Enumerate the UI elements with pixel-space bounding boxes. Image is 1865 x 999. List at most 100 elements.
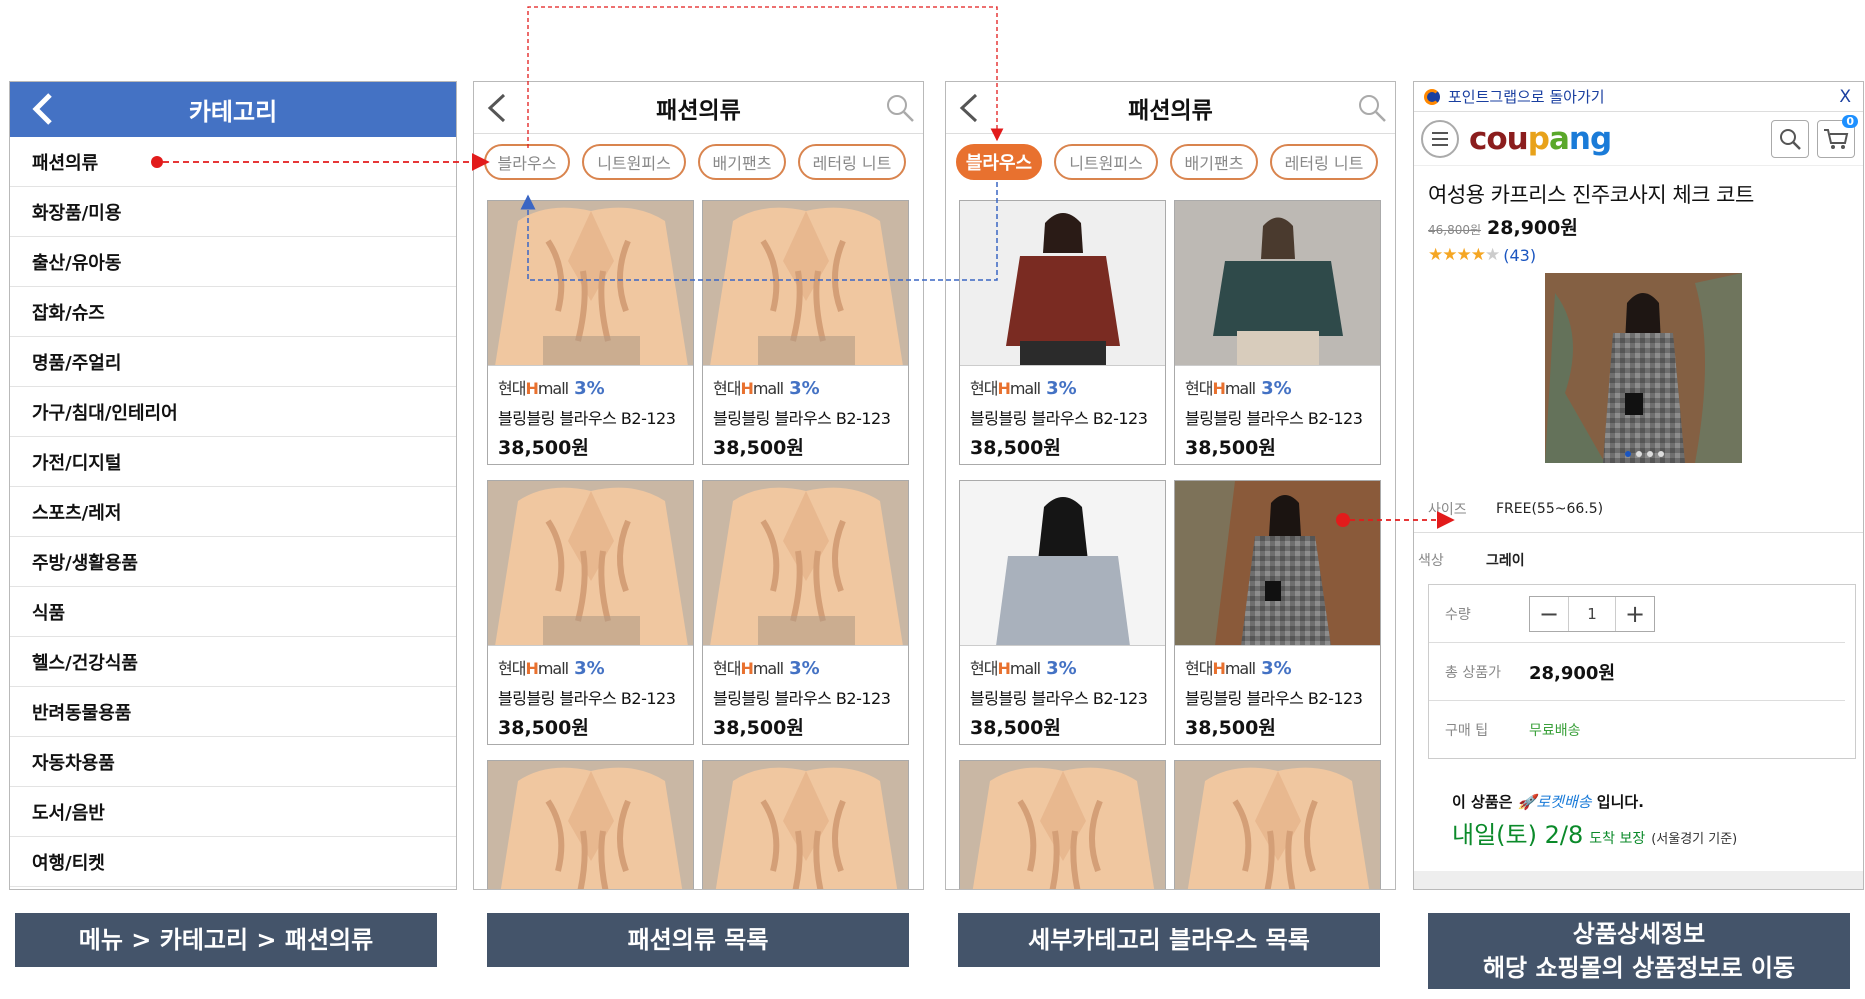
- minus-button[interactable]: −: [1530, 597, 1568, 631]
- product-image[interactable]: [1545, 273, 1742, 463]
- brand-row: 현대Hmall 3%: [498, 375, 693, 399]
- product-card[interactable]: 현대Hmall 3% 블링블링 블라우스 B2-123 38,500원: [959, 760, 1166, 889]
- brand-row: 현대Hmall 3%: [1185, 655, 1380, 679]
- product-card[interactable]: 현대Hmall 3% 블링블링 블라우스 B2-123 38,500원: [1174, 200, 1381, 465]
- search-icon[interactable]: [885, 93, 915, 123]
- product-card[interactable]: 현대Hmall 3% 블링블링 블라우스 B2-123 38,500원: [487, 760, 694, 889]
- category-item[interactable]: 명품/주얼리: [10, 337, 456, 387]
- list-header: 패션의류: [946, 82, 1395, 134]
- product-name: 블링블링 블라우스 B2-123: [498, 689, 676, 708]
- chip-1[interactable]: 블라우스: [484, 144, 570, 180]
- carousel-dots[interactable]: [1625, 451, 1664, 457]
- product-image: [1175, 761, 1380, 889]
- rocket-delivery-text: 이 상품은 🚀로켓배송 입니다.: [1452, 791, 1644, 812]
- hmall-logo: 현대Hmall: [498, 379, 569, 398]
- category-item[interactable]: 헬스/건강식품: [10, 637, 456, 687]
- review-count[interactable]: (43): [1503, 246, 1536, 265]
- caption-line-1: 상품상세정보: [1572, 920, 1706, 948]
- product-card[interactable]: 현대Hmall 3% 블링블링 블라우스 B2-123 38,500원: [702, 480, 909, 745]
- coupang-header: coupang 0: [1414, 112, 1863, 166]
- chip-1[interactable]: 블라우스: [956, 144, 1042, 180]
- category-item[interactable]: 가구/침대/인테리어: [10, 387, 456, 437]
- hmall-logo: 현대Hmall: [498, 659, 569, 678]
- product-card[interactable]: 현대Hmall 3% 블링블링 블라우스 B2-123 38,500원: [702, 760, 909, 889]
- pointgrab-logo-icon: [1424, 88, 1440, 105]
- product-price: 38,500원: [713, 717, 804, 739]
- purchase-box: 수량 − 1 + 총 상품가 28,900원 구매 팁 무료배송: [1428, 584, 1856, 759]
- hamburger-icon[interactable]: [1421, 119, 1459, 158]
- total-label: 총 상품가: [1445, 664, 1501, 681]
- brand-row: 현대Hmall 3%: [713, 655, 908, 679]
- category-item[interactable]: 주방/생활용품: [10, 537, 456, 587]
- search-icon[interactable]: [1357, 93, 1387, 123]
- product-image-frame: [703, 201, 908, 366]
- product-image: [488, 201, 693, 365]
- chip-4[interactable]: 레터링 니트: [1270, 144, 1378, 180]
- product-image-frame: [488, 481, 693, 646]
- category-item[interactable]: 식품: [10, 587, 456, 637]
- product-card[interactable]: 현대Hmall 3% 블링블링 블라우스 B2-123 38,500원: [487, 480, 694, 745]
- category-item[interactable]: 자동차용품: [10, 737, 456, 787]
- product-image-frame: [1175, 481, 1380, 646]
- back-chevron-icon[interactable]: [956, 92, 984, 124]
- chip-3[interactable]: 배기팬츠: [698, 144, 786, 180]
- back-chevron-icon[interactable]: [28, 92, 58, 126]
- product-title: 여성용 카프리스 진주코사지 체크 코트: [1428, 183, 1754, 207]
- product-info: 현대Hmall 3% 블링블링 블라우스 B2-123 38,500원: [1175, 646, 1380, 740]
- product-name: 블링블링 블라우스 B2-123: [1185, 409, 1363, 428]
- product-card[interactable]: 현대Hmall 3% 블링블링 블라우스 B2-123 38,500원: [702, 200, 909, 465]
- original-price: 46,800원: [1428, 223, 1482, 237]
- product-card[interactable]: 현대Hmall 3% 블링블링 블라우스 B2-123 38,500원: [487, 200, 694, 465]
- back-chevron-icon[interactable]: [484, 92, 512, 124]
- hmall-logo: 현대Hmall: [1185, 659, 1256, 678]
- product-grid: 현대Hmall 3% 블링블링 블라우스 B2-123 38,500원 현대Hm…: [487, 200, 909, 889]
- plus-button[interactable]: +: [1616, 597, 1654, 631]
- product-card[interactable]: 현대Hmall 3% 블링블링 블라우스 B2-123 38,500원: [959, 200, 1166, 465]
- category-item[interactable]: 출산/유아동: [10, 237, 456, 287]
- category-item[interactable]: 여행/티켓: [10, 837, 456, 887]
- category-item[interactable]: 패션의류: [10, 137, 456, 187]
- size-label: 사이즈: [1428, 502, 1467, 518]
- category-item[interactable]: 잡화/슈즈: [10, 287, 456, 337]
- product-card[interactable]: 현대Hmall 3% 블링블링 블라우스 B2-123 38,500원: [1174, 760, 1381, 889]
- close-button[interactable]: X: [1839, 87, 1851, 107]
- cart-icon[interactable]: 0: [1817, 115, 1858, 158]
- quantity-row: 수량 − 1 +: [1429, 585, 1845, 643]
- rating-row[interactable]: ★★★★★ (43): [1428, 245, 1863, 265]
- size-value[interactable]: FREE(55~66.5): [1496, 501, 1603, 517]
- search-icon[interactable]: [1771, 120, 1809, 158]
- quantity-input[interactable]: 1: [1568, 596, 1616, 631]
- product-image-frame: [960, 201, 1165, 366]
- product-name: 블링블링 블라우스 B2-123: [970, 409, 1148, 428]
- brand-row: 현대Hmall 3%: [970, 375, 1165, 399]
- product-price: 38,500원: [498, 717, 589, 739]
- chip-3[interactable]: 배기팬츠: [1170, 144, 1258, 180]
- page-title: 패션의류: [656, 97, 741, 124]
- category-item[interactable]: 가전/디지털: [10, 437, 456, 487]
- chip-2[interactable]: 니트원피스: [582, 144, 686, 180]
- product-image: [703, 761, 908, 889]
- chip-2[interactable]: 니트원피스: [1054, 144, 1158, 180]
- subcategory-chips: 블라우스 니트원피스 배기팬츠 레터링 니트: [946, 134, 1395, 186]
- product-info: 현대Hmall 3% 블링블링 블라우스 B2-123 38,500원: [703, 646, 908, 740]
- color-value[interactable]: 그레이: [1486, 550, 1525, 570]
- category-item[interactable]: 도서/음반: [10, 787, 456, 837]
- caption-line-2: 해당 쇼핑몰의 상품정보로 이동: [1482, 954, 1796, 982]
- tip-row: 구매 팁 무료배송: [1429, 701, 1845, 759]
- back-to-pointgrab-link[interactable]: 포인트그랩으로 돌아가기 X: [1414, 82, 1863, 112]
- total-row: 총 상품가 28,900원: [1429, 643, 1845, 701]
- product-name: 블링블링 블라우스 B2-123: [713, 689, 891, 708]
- discount-rate: 3%: [789, 658, 820, 679]
- product-card[interactable]: 현대Hmall 3% 블링블링 블라우스 B2-123 38,500원: [1174, 480, 1381, 745]
- category-item[interactable]: 스포츠/레저: [10, 487, 456, 537]
- caption-fashion-list: 패션의류 목록: [487, 913, 909, 967]
- discount-rate: 3%: [1046, 378, 1077, 399]
- discount-rate: 3%: [1261, 658, 1292, 679]
- coupang-logo[interactable]: coupang: [1469, 121, 1612, 157]
- arrival-note: (서울경기 기준): [1651, 832, 1738, 847]
- chip-4[interactable]: 레터링 니트: [798, 144, 906, 180]
- category-item[interactable]: 화장품/미용: [10, 187, 456, 237]
- discount-rate: 3%: [1046, 658, 1077, 679]
- category-item[interactable]: 반려동물용품: [10, 687, 456, 737]
- product-card[interactable]: 현대Hmall 3% 블링블링 블라우스 B2-123 38,500원: [959, 480, 1166, 745]
